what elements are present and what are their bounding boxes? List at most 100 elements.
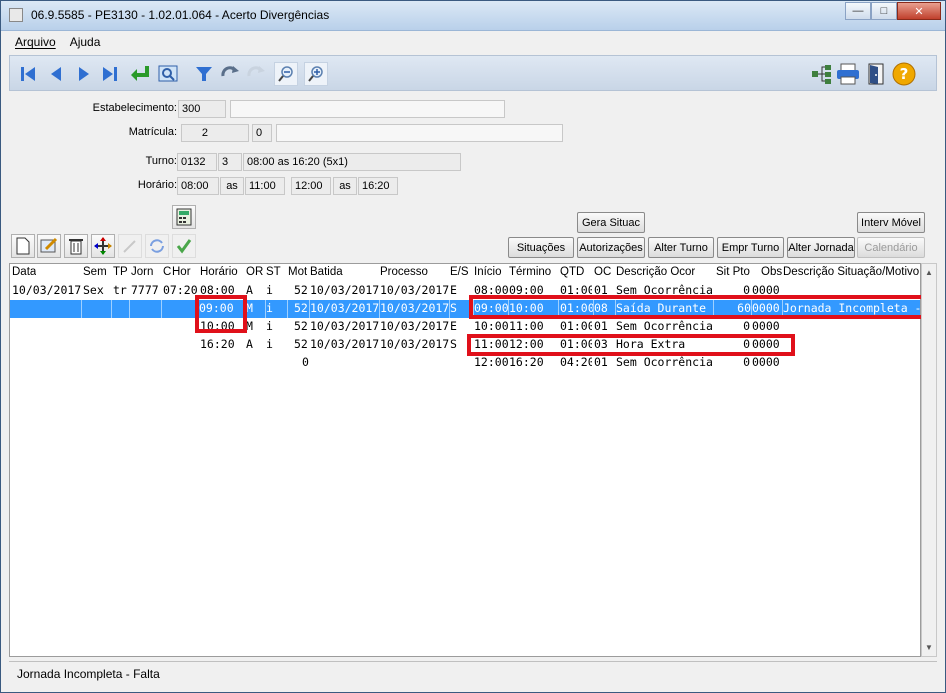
col-processo[interactable]: Processo bbox=[380, 264, 428, 281]
cell-obs: 0000 bbox=[752, 319, 780, 333]
first-icon[interactable] bbox=[16, 62, 40, 86]
maximize-button[interactable]: □ bbox=[871, 2, 897, 20]
col-qtd[interactable]: QTD bbox=[560, 264, 584, 281]
cell-or: M bbox=[246, 300, 266, 318]
wand-icon[interactable] bbox=[118, 234, 142, 258]
col-sit-pto[interactable]: Sit Pto bbox=[716, 264, 750, 281]
divergence-grid[interactable]: Data Sem TP Jorn C Hor Horário OR ST Mot… bbox=[9, 263, 921, 657]
interv-movel-button[interactable]: Interv Móvel bbox=[857, 212, 925, 233]
printer-icon[interactable] bbox=[836, 62, 860, 86]
cell-tp: tr bbox=[113, 283, 127, 297]
exit-door-icon[interactable] bbox=[864, 62, 888, 86]
empr-turno-button[interactable]: Empr Turno bbox=[717, 237, 784, 258]
cell-or: A bbox=[246, 337, 253, 351]
edit-icon[interactable] bbox=[37, 234, 61, 258]
window-title: 06.9.5585 - PE3130 - 1.02.01.064 - Acert… bbox=[31, 8, 330, 22]
horario-label: Horário: bbox=[137, 179, 177, 191]
cell-horario: 16:20 bbox=[200, 337, 235, 351]
calendario-button[interactable]: Calendário bbox=[857, 237, 925, 258]
cell-descricao-ocor: Sem Ocorrência bbox=[616, 355, 713, 369]
estabelecimento-desc-field bbox=[230, 100, 505, 118]
cell-mot: 52 bbox=[294, 283, 308, 297]
alter-turno-button[interactable]: Alter Turno bbox=[648, 237, 714, 258]
estabelecimento-field[interactable]: 300 bbox=[178, 100, 226, 118]
cell-oc: 01 bbox=[594, 319, 608, 333]
calculator-icon[interactable] bbox=[172, 205, 196, 229]
cell-batida: 10/03/2017 bbox=[310, 319, 380, 333]
tree-icon[interactable] bbox=[810, 62, 834, 86]
col-data[interactable]: Data bbox=[12, 264, 36, 281]
preview-icon[interactable] bbox=[156, 62, 180, 86]
app-icon bbox=[9, 8, 23, 22]
horario-4-field: 16:20 bbox=[358, 177, 398, 195]
trash-icon[interactable] bbox=[64, 234, 88, 258]
cell-batida: 10/03/2017 bbox=[310, 283, 380, 297]
col-obs[interactable]: Obs bbox=[761, 264, 782, 281]
alter-jornada-button[interactable]: Alter Jornada bbox=[787, 237, 855, 258]
col-st[interactable]: ST bbox=[266, 264, 281, 281]
cell-descricao-ocor: Sem Ocorrência bbox=[616, 319, 713, 333]
cell-data bbox=[10, 300, 82, 318]
cell-sem bbox=[82, 300, 112, 318]
scroll-up-icon[interactable]: ▲ bbox=[925, 268, 933, 277]
horario-as-2: as bbox=[333, 177, 357, 195]
horario-as-1: as bbox=[220, 177, 244, 195]
col-descricao-situacao[interactable]: Descrição Situação/Motivo bbox=[783, 264, 919, 281]
col-tp[interactable]: TP bbox=[113, 264, 128, 281]
col-descricao-ocor[interactable]: Descrição Ocor bbox=[616, 264, 695, 281]
col-oc[interactable]: OC bbox=[594, 264, 611, 281]
gera-situac-button[interactable]: Gera Situac bbox=[577, 212, 645, 233]
cell-jorn: 7777 bbox=[131, 283, 159, 297]
prev-icon[interactable] bbox=[44, 62, 68, 86]
check-icon[interactable] bbox=[172, 234, 196, 258]
cell-inicio: 12:00 bbox=[474, 355, 509, 369]
cell-es: E bbox=[450, 319, 457, 333]
cell-processo: 10/03/2017 bbox=[380, 283, 450, 297]
table-row[interactable]: 0 12:00 16:20 04:20 01 Sem Ocorrência 0 … bbox=[10, 354, 920, 372]
sync-icon[interactable] bbox=[145, 234, 169, 258]
col-c[interactable]: C bbox=[163, 264, 171, 281]
scroll-down-icon[interactable]: ▼ bbox=[925, 643, 933, 652]
help-icon[interactable]: ? bbox=[892, 62, 916, 86]
menu-arquivo[interactable]: Arquivo bbox=[15, 35, 56, 49]
grid-vertical-scrollbar[interactable]: ▲ ▼ bbox=[921, 263, 937, 657]
zoom-in-icon[interactable] bbox=[304, 62, 328, 86]
close-button[interactable]: ✕ bbox=[897, 2, 941, 20]
confirm-icon[interactable] bbox=[128, 62, 152, 86]
menu-ajuda[interactable]: Ajuda bbox=[70, 35, 101, 49]
col-es[interactable]: E/S bbox=[450, 264, 469, 281]
last-icon[interactable] bbox=[98, 62, 122, 86]
col-batida[interactable]: Batida bbox=[310, 264, 343, 281]
situacoes-button[interactable]: Situações bbox=[508, 237, 574, 258]
col-horario[interactable]: Horário bbox=[200, 264, 238, 281]
col-jorn[interactable]: Jorn bbox=[131, 264, 153, 281]
cell-processo: 10/03/2017 bbox=[380, 337, 450, 351]
cell-sit-pto: 0 bbox=[743, 319, 750, 333]
cell-st: i bbox=[266, 283, 273, 297]
col-hor[interactable]: Hor bbox=[172, 264, 191, 281]
refresh-icon[interactable] bbox=[218, 62, 242, 86]
cell-obs: 0000 bbox=[752, 355, 780, 369]
undo-icon[interactable] bbox=[244, 62, 268, 86]
filter-icon[interactable] bbox=[192, 62, 216, 86]
matricula-name-field bbox=[276, 124, 563, 142]
col-or[interactable]: OR bbox=[246, 264, 263, 281]
col-mot[interactable]: Mot bbox=[288, 264, 307, 281]
move-icon[interactable] bbox=[91, 234, 115, 258]
zoom-out-icon[interactable] bbox=[274, 62, 298, 86]
cell-sem: Sex bbox=[83, 283, 104, 297]
col-termino[interactable]: Término bbox=[509, 264, 551, 281]
next-icon[interactable] bbox=[72, 62, 96, 86]
matricula-digit-field: 0 bbox=[252, 124, 272, 142]
minimize-button[interactable]: — bbox=[845, 2, 871, 20]
col-sem[interactable]: Sem bbox=[83, 264, 107, 281]
cell-mot: 0 bbox=[302, 355, 309, 369]
cell-sit-pto: 0 bbox=[743, 355, 750, 369]
matricula-label: Matrícula: bbox=[128, 126, 177, 138]
matricula-field[interactable]: 2 bbox=[181, 124, 249, 142]
col-inicio[interactable]: Início bbox=[474, 264, 502, 281]
new-document-icon[interactable] bbox=[11, 234, 35, 258]
autorizacoes-button[interactable]: Autorizações bbox=[577, 237, 645, 258]
estabelecimento-label: Estabelecimento: bbox=[92, 102, 177, 114]
cell-batida: 10/03/2017 bbox=[310, 337, 380, 351]
